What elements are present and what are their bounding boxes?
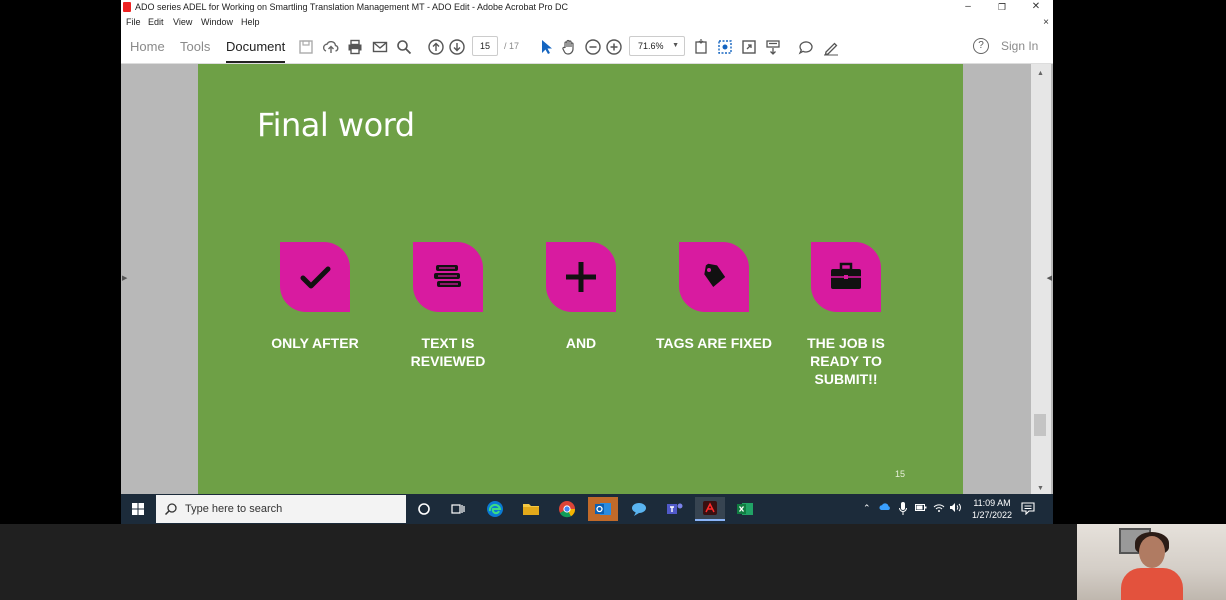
acrobat-window: ADO series ADEL for Working on Smartling… <box>121 0 1053 494</box>
left-panel-toggle-icon[interactable]: ▶ <box>122 274 127 282</box>
document-viewport[interactable]: ▶ Final word ONLY AFTER TEXT IS REVIEWED <box>121 64 1053 494</box>
toolbar: Home Tools Document 15 / 17 71.6% ▼ ? Si… <box>121 30 1053 64</box>
scroll-down-icon[interactable]: ▼ <box>1037 485 1044 492</box>
marquee-zoom-icon[interactable] <box>716 38 734 56</box>
step-ready-to-submit: THE JOB IS READY TO SUBMIT!! <box>781 242 911 388</box>
right-panel-toggle-icon[interactable]: ◀ <box>1047 274 1052 282</box>
print-icon[interactable] <box>346 38 364 56</box>
acrobat-app-icon <box>123 2 131 12</box>
tab-home[interactable]: Home <box>130 39 165 54</box>
previous-page-icon[interactable] <box>427 38 445 56</box>
pdf-page: Final word ONLY AFTER TEXT IS REVIEWED A… <box>198 64 963 494</box>
chrome-icon[interactable] <box>552 497 582 521</box>
menu-file[interactable]: File <box>126 15 141 30</box>
excel-icon[interactable] <box>730 497 760 521</box>
full-screen-icon[interactable] <box>740 38 758 56</box>
acrobat-icon[interactable] <box>695 497 725 521</box>
webcam-video-tile <box>1077 524 1226 600</box>
plus-icon <box>566 262 596 292</box>
tab-document[interactable]: Document <box>226 39 286 63</box>
step-label: AND <box>565 335 597 351</box>
scrollbar-thumb[interactable] <box>1034 414 1046 436</box>
tag-icon <box>704 263 726 288</box>
zoom-select[interactable]: 71.6% ▼ <box>629 36 685 56</box>
taskbar-clock[interactable]: 11:09 AM 1/27/2022 <box>966 497 1018 521</box>
step-label: TAGS ARE FIXED <box>656 335 772 351</box>
step-label: THE JOB IS READY TO SUBMIT!! <box>807 335 885 387</box>
presenter-face <box>1139 536 1165 568</box>
menu-window[interactable]: Window <box>201 15 233 30</box>
zoom-value: 71.6% <box>638 41 664 51</box>
edge-icon[interactable] <box>480 497 510 521</box>
zoom-in-icon[interactable] <box>605 38 623 56</box>
search-icon[interactable] <box>395 38 413 56</box>
meeting-bar <box>0 524 1226 600</box>
menu-help[interactable]: Help <box>241 15 260 30</box>
comment-icon[interactable] <box>797 38 815 56</box>
scroll-up-icon[interactable]: ▲ <box>1037 70 1044 77</box>
teams-icon[interactable] <box>660 497 690 521</box>
clock-date: 1/27/2022 <box>971 510 1013 520</box>
window-title: ADO series ADEL for Working on Smartling… <box>135 2 569 12</box>
minimize-button[interactable]: – <box>951 0 985 15</box>
presenter-body <box>1121 568 1183 600</box>
slide-page-number: 15 <box>895 469 906 479</box>
chat-icon[interactable] <box>624 497 654 521</box>
windows-logo-icon <box>132 503 144 515</box>
step-tags-fixed: TAGS ARE FIXED <box>649 242 779 352</box>
step-badge <box>679 242 749 312</box>
outlook-icon[interactable] <box>588 497 618 521</box>
sign-in-link[interactable]: Sign In <box>1001 39 1038 53</box>
step-badge <box>413 242 483 312</box>
step-label: TEXT IS REVIEWED <box>410 335 486 369</box>
menu-view[interactable]: View <box>173 15 192 30</box>
clock-time: 11:09 AM <box>973 498 1011 508</box>
cortana-icon[interactable] <box>409 497 439 521</box>
screen: ADO series ADEL for Working on Smartling… <box>0 0 1226 600</box>
start-button[interactable] <box>121 494 155 524</box>
notification-center-icon[interactable] <box>1021 501 1035 516</box>
page-total: / 17 <box>504 41 520 51</box>
hand-tool-icon[interactable] <box>560 38 578 56</box>
step-badge <box>546 242 616 312</box>
page-number-input[interactable]: 15 <box>472 36 498 56</box>
taskbar-search-box[interactable]: Type here to search <box>156 495 406 523</box>
read-mode-icon[interactable] <box>764 38 782 56</box>
step-badge <box>811 242 881 312</box>
page-fit-icon[interactable] <box>692 38 710 56</box>
menu-bar: File Edit View Window Help <box>121 15 1053 30</box>
step-only-after: ONLY AFTER <box>250 242 380 352</box>
search-icon <box>164 503 177 516</box>
step-text-reviewed: TEXT IS REVIEWED <box>383 242 513 370</box>
checkmark-icon <box>300 266 331 289</box>
select-cursor-icon[interactable] <box>537 38 555 56</box>
next-page-icon[interactable] <box>448 38 466 56</box>
step-and: AND <box>516 242 646 352</box>
title-bar: ADO series ADEL for Working on Smartling… <box>121 0 1053 15</box>
windows-taskbar: Type here to search ⌃ 11:09 AM 1/27/2022 <box>121 494 1053 524</box>
document-close-icon[interactable]: × <box>1043 15 1049 30</box>
restore-button[interactable]: ❐ <box>985 0 1019 15</box>
slide-title: Final word <box>257 106 415 144</box>
step-badge <box>280 242 350 312</box>
help-icon[interactable]: ? <box>973 38 989 54</box>
file-explorer-icon[interactable] <box>516 497 546 521</box>
menu-edit[interactable]: Edit <box>148 15 164 30</box>
tab-tools[interactable]: Tools <box>180 39 210 54</box>
zoom-out-icon[interactable] <box>584 38 602 56</box>
save-icon[interactable] <box>297 38 315 56</box>
books-icon <box>434 265 461 287</box>
highlight-pen-icon[interactable] <box>822 38 840 56</box>
email-icon[interactable] <box>371 38 389 56</box>
close-button[interactable]: ✕ <box>1019 0 1053 15</box>
step-label: ONLY AFTER <box>271 335 359 351</box>
cloud-upload-icon[interactable] <box>322 38 340 56</box>
briefcase-icon <box>831 262 861 289</box>
search-placeholder: Type here to search <box>185 503 283 515</box>
task-view-icon[interactable] <box>443 497 473 521</box>
chevron-down-icon: ▼ <box>672 42 679 49</box>
